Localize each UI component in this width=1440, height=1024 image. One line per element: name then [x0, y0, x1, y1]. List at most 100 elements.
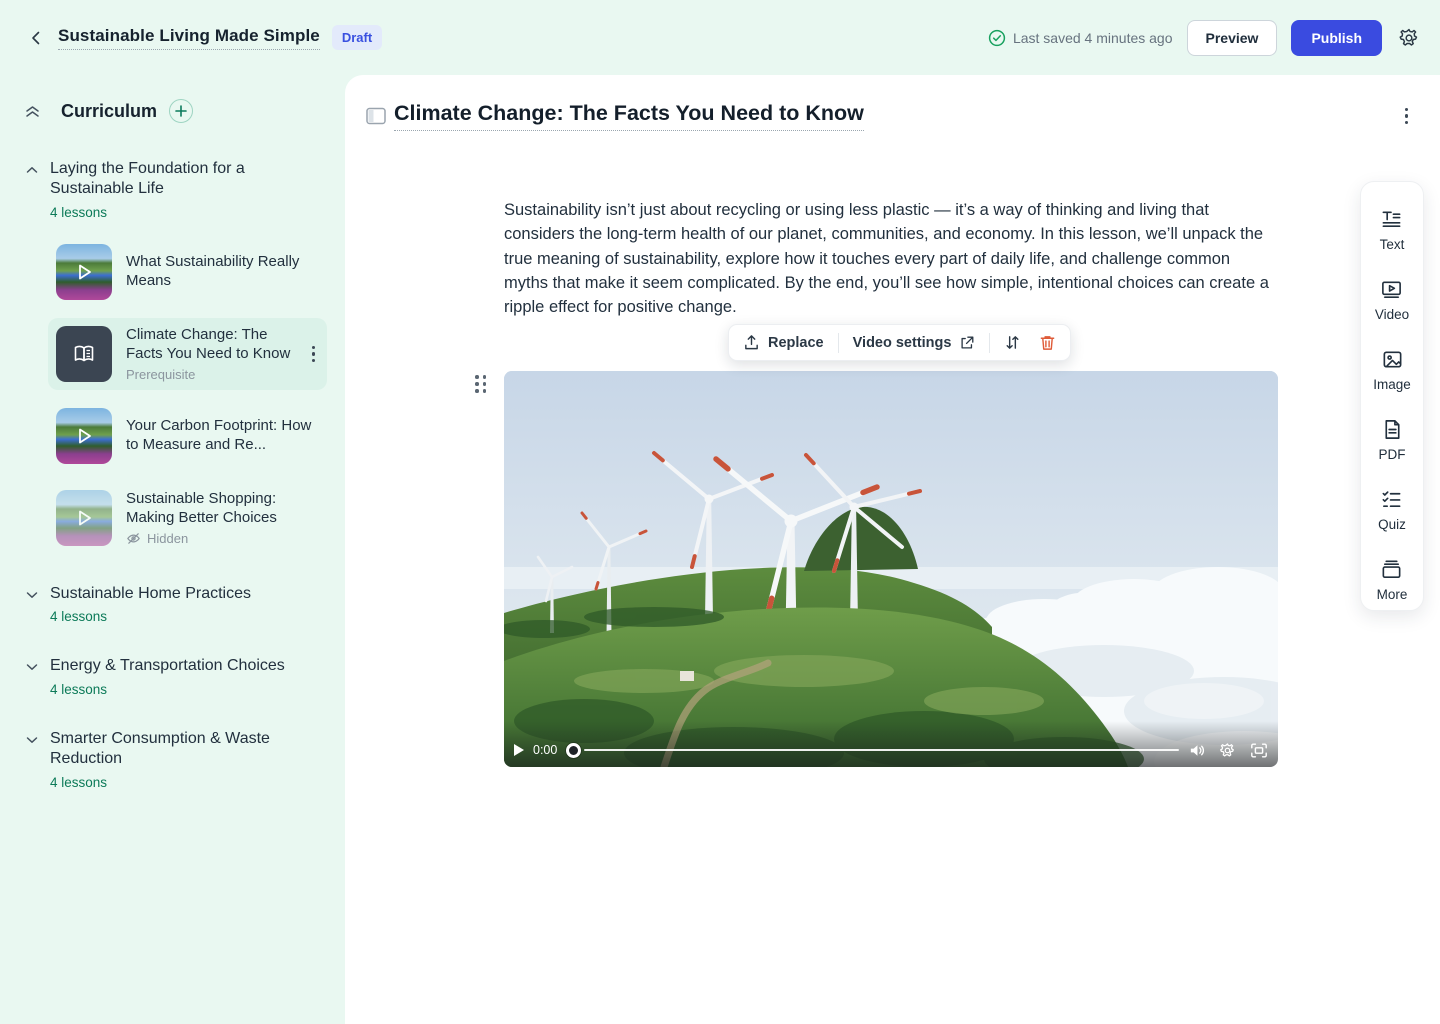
eye-off-icon [126, 531, 141, 546]
saved-status: Last saved 4 minutes ago [988, 29, 1173, 47]
saved-status-label: Last saved 4 minutes ago [1013, 30, 1173, 46]
section-toggle[interactable]: Laying the Foundation for a Sustainable … [24, 159, 327, 200]
lesson-badge-prerequisite: Prerequisite [126, 367, 294, 382]
curriculum-section: Laying the Foundation for a Sustainable … [24, 159, 327, 554]
add-image-block-button[interactable]: Image [1373, 348, 1411, 392]
toolbar-divider [838, 333, 839, 353]
lesson-title: Your Carbon Footprint: How to Measure an… [126, 417, 319, 454]
lesson-badge-hidden: Hidden [126, 531, 319, 546]
section-lesson-count: 4 lessons [50, 682, 327, 697]
section-title: Laying the Foundation for a Sustainable … [50, 159, 300, 200]
fullscreen-icon [1250, 742, 1268, 759]
hidden-label: Hidden [147, 531, 188, 546]
add-text-block-button[interactable]: Text [1380, 208, 1405, 252]
block-palette: Text Video Image [1360, 181, 1424, 611]
curriculum-sidebar: Curriculum Laying the Foundation for a S… [0, 75, 345, 1024]
reading-lesson-icon-box [56, 326, 112, 382]
volume-icon [1188, 742, 1205, 759]
back-button[interactable] [22, 24, 50, 52]
lesson-item[interactable]: What Sustainability Really Means [48, 236, 327, 308]
chevron-up-icon [24, 163, 40, 177]
settings-gear-button[interactable] [1396, 25, 1422, 51]
text-block-icon [1380, 208, 1403, 231]
section-lesson-count: 4 lessons [50, 609, 327, 624]
add-pdf-block-button[interactable]: PDF [1379, 418, 1406, 462]
palette-label: Image [1373, 377, 1411, 392]
video-thumbnail [56, 244, 112, 300]
more-blocks-button[interactable]: More [1377, 558, 1408, 602]
move-block-button[interactable] [1000, 334, 1025, 351]
plus-icon [175, 105, 187, 117]
course-title[interactable]: Sustainable Living Made Simple [58, 26, 320, 50]
pdf-block-icon [1381, 418, 1404, 441]
palette-label: More [1377, 587, 1408, 602]
lesson-page-menu-button[interactable] [1401, 104, 1413, 129]
lesson-menu-button[interactable] [308, 342, 320, 367]
lesson-item-hidden[interactable]: Sustainable Shopping: Making Better Choi… [48, 482, 327, 554]
chevron-down-icon [24, 588, 40, 602]
play-icon [56, 408, 112, 464]
replace-label: Replace [768, 335, 824, 351]
add-section-button[interactable] [169, 99, 193, 123]
video-block-icon [1380, 278, 1403, 301]
lesson-item-selected[interactable]: Climate Change: The Facts You Need to Kn… [48, 318, 327, 390]
add-video-block-button[interactable]: Video [1375, 278, 1409, 322]
curriculum-section: Sustainable Home Practices 4 lessons [24, 584, 327, 624]
curriculum-section: Energy & Transportation Choices 4 lesson… [24, 656, 327, 696]
toolbar-divider [989, 333, 990, 353]
topbar-actions: Last saved 4 minutes ago Preview Publish [988, 20, 1422, 56]
video-settings-label: Video settings [853, 335, 952, 351]
chevron-down-icon [24, 660, 40, 674]
publish-button[interactable]: Publish [1291, 20, 1382, 56]
lesson-title: What Sustainability Really Means [126, 253, 319, 290]
toggle-sidebar-button[interactable] [363, 103, 389, 129]
volume-button[interactable] [1188, 742, 1205, 759]
scrubber-handle[interactable] [566, 743, 581, 758]
section-toggle[interactable]: Sustainable Home Practices [24, 584, 327, 604]
status-badge: Draft [332, 25, 382, 50]
topbar: Sustainable Living Made Simple Draft Las… [0, 0, 1440, 75]
video-controls-bar: 0:00 [504, 721, 1278, 767]
delete-block-button[interactable] [1035, 334, 1060, 351]
section-lesson-count: 4 lessons [50, 775, 327, 790]
lesson-header: Climate Change: The Facts You Need to Kn… [345, 75, 1440, 131]
lesson-page-title[interactable]: Climate Change: The Facts You Need to Kn… [394, 101, 864, 131]
player-gear-icon [1219, 742, 1236, 759]
block-drag-handle[interactable] [475, 375, 487, 393]
palette-label: PDF [1379, 447, 1406, 462]
video-block-toolbar: Replace Video settings [728, 324, 1071, 361]
lesson-item[interactable]: Your Carbon Footprint: How to Measure an… [48, 400, 327, 472]
section-title: Sustainable Home Practices [50, 584, 300, 604]
section-title: Energy & Transportation Choices [50, 656, 300, 676]
curriculum-header: Curriculum [24, 99, 327, 123]
more-blocks-icon [1380, 558, 1403, 581]
progress-bar[interactable] [584, 749, 1179, 752]
collapse-all-icon[interactable] [24, 103, 41, 120]
section-toggle[interactable]: Energy & Transportation Choices [24, 656, 327, 676]
chevron-left-icon [28, 30, 44, 46]
quality-settings-button[interactable] [1219, 742, 1236, 759]
video-thumbnail [56, 408, 112, 464]
section-toggle[interactable]: Smarter Consumption & Waste Reduction [24, 729, 327, 770]
course-editor: { "topbar": { "course_title": "Sustainab… [0, 0, 1440, 1024]
external-link-icon [959, 335, 975, 351]
palette-label: Video [1375, 307, 1409, 322]
fullscreen-button[interactable] [1250, 742, 1268, 759]
lesson-title: Climate Change: The Facts You Need to Kn… [126, 326, 294, 363]
open-book-icon [71, 341, 97, 367]
check-circle-icon [988, 29, 1006, 47]
gear-icon [1398, 27, 1420, 49]
curriculum-title: Curriculum [61, 101, 157, 122]
preview-button[interactable]: Preview [1187, 20, 1278, 56]
replace-video-button[interactable]: Replace [739, 334, 828, 351]
sort-arrows-icon [1004, 334, 1021, 351]
video-player[interactable]: 0:00 [504, 371, 1278, 767]
play-button[interactable] [514, 744, 524, 756]
lesson-text-block[interactable]: Sustainability isn’t just about recyclin… [504, 198, 1278, 319]
panel-layout-icon [366, 107, 386, 125]
lesson-title: Sustainable Shopping: Making Better Choi… [126, 490, 319, 527]
video-settings-button[interactable]: Video settings [849, 335, 980, 351]
curriculum-section: Smarter Consumption & Waste Reduction 4 … [24, 729, 327, 790]
add-quiz-block-button[interactable]: Quiz [1378, 488, 1406, 532]
player-right-controls [1188, 742, 1268, 759]
